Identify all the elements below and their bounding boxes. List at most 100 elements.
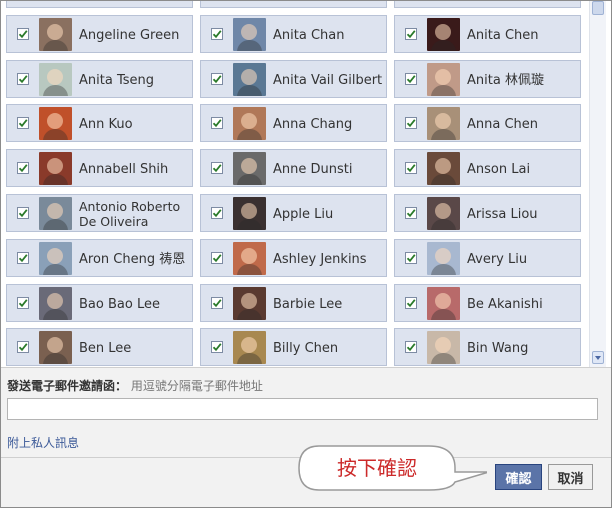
- friend-name: Be Akanishi: [467, 296, 543, 312]
- friend-item[interactable]: Anne Dunsti: [200, 149, 387, 187]
- callout-text: 按下確認: [337, 455, 417, 480]
- friend-name: Bao Bao Lee: [79, 296, 160, 312]
- friend-list-scrollbar[interactable]: [589, 1, 606, 367]
- friend-item[interactable]: Anna Chang: [200, 104, 387, 142]
- friend-name: Anita Vail Gilbert: [273, 72, 383, 88]
- friend-item[interactable]: Billy Chen: [200, 328, 387, 366]
- email-invite-hint: 用逗號分隔電子郵件地址: [130, 379, 263, 393]
- friend-checkbox[interactable]: [405, 117, 417, 129]
- friend-item[interactable]: Ashley Jenkins: [200, 239, 387, 277]
- friend-item[interactable]: Bin Wang: [394, 328, 581, 366]
- confirm-button[interactable]: 確認: [495, 464, 542, 490]
- friend-item[interactable]: Be Akanishi: [394, 284, 581, 322]
- email-invite-label: 發送電子郵件邀請函： 用逗號分隔電子郵件地址: [7, 379, 263, 393]
- friend-checkbox[interactable]: [405, 28, 417, 40]
- friend-item[interactable]: Anita 林佩璇: [394, 60, 581, 98]
- friend-item[interactable]: Anson Lai: [394, 149, 581, 187]
- friend-item[interactable]: Arissa Liou: [394, 194, 581, 232]
- friend-checkbox[interactable]: [17, 162, 29, 174]
- friend-name: Anna Chang: [273, 116, 353, 132]
- friend-name: Anne Dunsti: [273, 161, 353, 177]
- email-addresses-input[interactable]: [7, 398, 598, 420]
- friend-checkbox[interactable]: [17, 252, 29, 264]
- friend-checkbox[interactable]: [405, 341, 417, 353]
- friend-checkbox[interactable]: [211, 162, 223, 174]
- friend-name: Ben Lee: [79, 340, 132, 356]
- friend-avatar: [427, 18, 460, 51]
- friend-item-partial[interactable]: [394, 1, 581, 8]
- friend-item[interactable]: Antonio Roberto De Oliveira: [6, 194, 193, 232]
- friend-checkbox[interactable]: [405, 252, 417, 264]
- friend-item[interactable]: Anita Vail Gilbert: [200, 60, 387, 98]
- friend-item-partial[interactable]: [6, 1, 193, 8]
- friend-item[interactable]: Anna Chen: [394, 104, 581, 142]
- friend-checkbox[interactable]: [211, 28, 223, 40]
- friend-avatar: [233, 331, 266, 364]
- friend-checkbox[interactable]: [17, 207, 29, 219]
- friend-avatar: [427, 152, 460, 185]
- friend-name: Anita Tseng: [79, 72, 154, 88]
- friend-checkbox[interactable]: [211, 207, 223, 219]
- friend-name: Annabell Shih: [79, 161, 169, 177]
- friend-avatar: [233, 107, 266, 140]
- friend-checkbox[interactable]: [17, 117, 29, 129]
- friend-checkbox[interactable]: [17, 341, 29, 353]
- friend-name: Avery Liu: [467, 251, 528, 267]
- friend-name: Anita Chen: [467, 27, 539, 43]
- friend-item[interactable]: Anita Tseng: [6, 60, 193, 98]
- friend-avatar: [233, 242, 266, 275]
- friend-item[interactable]: Barbie Lee: [200, 284, 387, 322]
- friend-avatar: [427, 63, 460, 96]
- friend-avatar: [427, 242, 460, 275]
- friend-avatar: [39, 107, 72, 140]
- invite-friends-dialog: Angeline Green Anita Chan Anita Chen Anita …: [0, 0, 612, 508]
- friend-item[interactable]: Ann Kuo: [6, 104, 193, 142]
- friend-item[interactable]: Avery Liu: [394, 239, 581, 277]
- scroll-down-arrow-icon[interactable]: [592, 351, 604, 364]
- friend-avatar: [427, 197, 460, 230]
- friend-checkbox[interactable]: [211, 73, 223, 85]
- friend-avatar: [39, 18, 72, 51]
- friend-item[interactable]: Apple Liu: [200, 194, 387, 232]
- friend-name: Ann Kuo: [79, 116, 133, 132]
- friend-checkbox[interactable]: [211, 117, 223, 129]
- friend-avatar: [39, 152, 72, 185]
- friend-avatar: [427, 331, 460, 364]
- friend-checkbox[interactable]: [211, 252, 223, 264]
- friend-checkbox[interactable]: [17, 28, 29, 40]
- friend-name: Billy Chen: [273, 340, 339, 356]
- friend-checkbox[interactable]: [17, 73, 29, 85]
- friend-avatar: [427, 107, 460, 140]
- friend-item[interactable]: Ben Lee: [6, 328, 193, 366]
- friend-item-partial[interactable]: [200, 1, 387, 8]
- friend-item[interactable]: Aron Cheng 祷恩: [6, 239, 193, 277]
- friend-item[interactable]: Angeline Green: [6, 15, 193, 53]
- friend-avatar: [39, 242, 72, 275]
- friend-avatar: [39, 63, 72, 96]
- friend-checkbox[interactable]: [211, 297, 223, 309]
- friend-checkbox[interactable]: [405, 297, 417, 309]
- friend-avatar: [427, 287, 460, 320]
- friend-checkbox[interactable]: [211, 341, 223, 353]
- friend-item[interactable]: Anita Chen: [394, 15, 581, 53]
- friend-avatar: [39, 197, 72, 230]
- friend-name: Aron Cheng 祷恩: [79, 251, 186, 267]
- friend-checkbox[interactable]: [405, 207, 417, 219]
- friend-name: Antonio Roberto De Oliveira: [79, 199, 181, 229]
- friend-avatar: [39, 287, 72, 320]
- friend-avatar: [233, 63, 266, 96]
- friend-avatar: [233, 287, 266, 320]
- friend-checkbox[interactable]: [405, 73, 417, 85]
- friend-avatar: [233, 197, 266, 230]
- friend-checkbox[interactable]: [405, 162, 417, 174]
- friend-item[interactable]: Bao Bao Lee: [6, 284, 193, 322]
- friend-item[interactable]: Annabell Shih: [6, 149, 193, 187]
- attach-private-message-link[interactable]: 附上私人訊息: [7, 434, 79, 451]
- friend-name: Anita Chan: [273, 27, 345, 43]
- friend-item[interactable]: Anita Chan: [200, 15, 387, 53]
- friend-checkbox[interactable]: [17, 297, 29, 309]
- friend-avatar: [233, 18, 266, 51]
- scrollbar-thumb[interactable]: [592, 1, 604, 15]
- cancel-button[interactable]: 取消: [548, 464, 593, 490]
- friend-name: Apple Liu: [273, 206, 334, 222]
